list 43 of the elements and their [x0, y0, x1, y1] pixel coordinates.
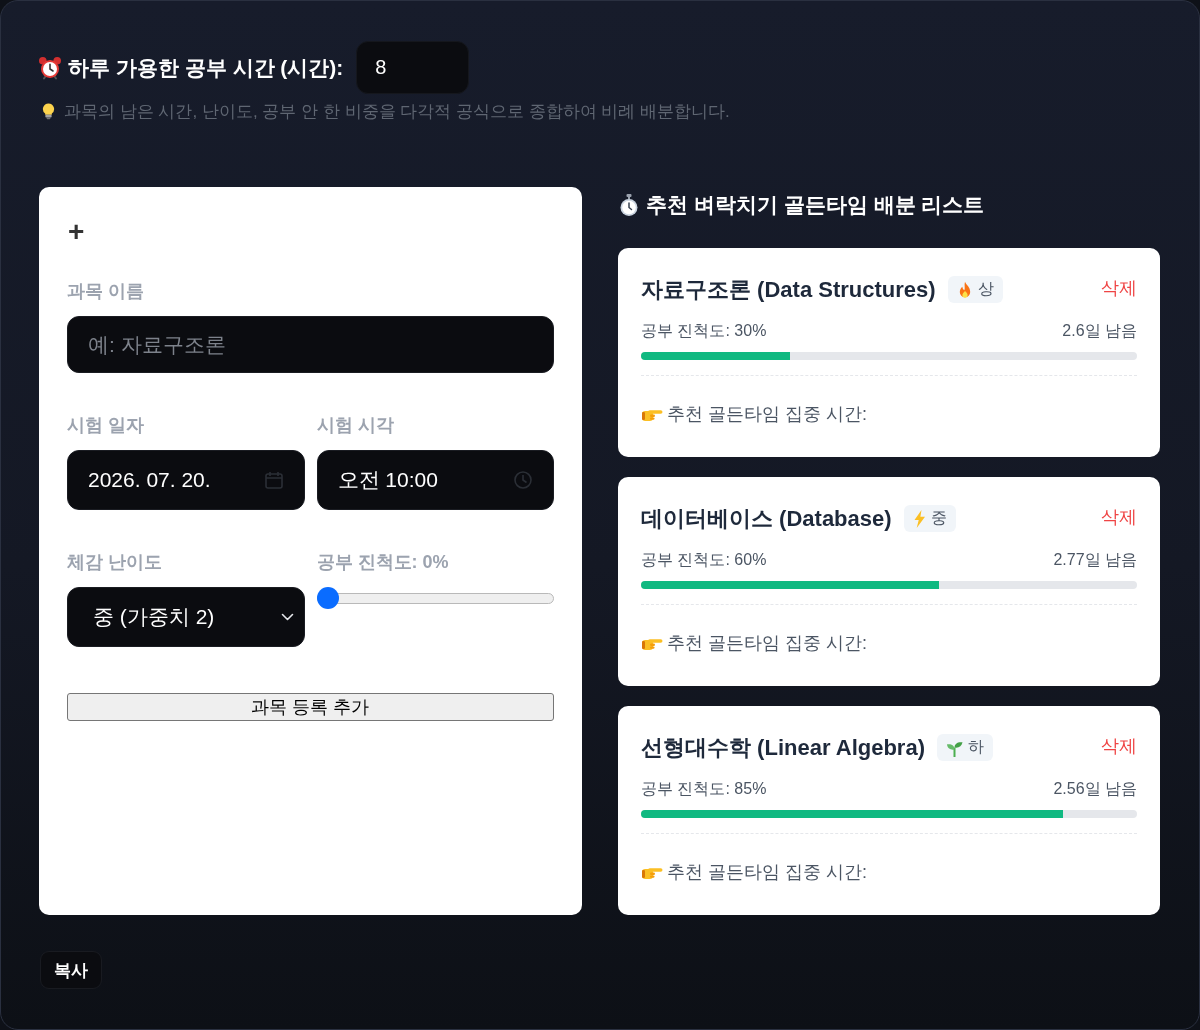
subject-title: 선형대수학 (Linear Algebra) — [641, 734, 925, 762]
light-bulb-icon — [42, 102, 55, 120]
lightning-icon — [912, 509, 926, 528]
delete-button[interactable]: 삭제 — [1101, 734, 1137, 758]
field-label: 시험 시각 — [316, 415, 394, 435]
days-remaining: 2.56일 남음 — [1053, 779, 1137, 799]
time-field[interactable]: 오전 10:00 — [316, 450, 554, 510]
clock-icon — [513, 470, 533, 490]
field-label: 과목 이름 — [67, 281, 144, 301]
stopwatch-icon — [618, 194, 640, 216]
list-heading: 추천 벼락치기 골든타임 배분 리스트 — [646, 192, 985, 218]
difficulty-label: 하 — [968, 737, 984, 757]
hours-label: 하루 가용한 공부 시간 (시간): — [68, 54, 344, 81]
subject-title: 데이터베이스 (Database) — [641, 505, 892, 533]
subject-name-field[interactable]: 예: 자료구조론 — [67, 316, 554, 373]
progress-text: 공부 진척도: 85% — [641, 779, 767, 799]
difficulty-select[interactable]: 중 (가중치 2) — [67, 587, 305, 647]
field-label: 체감 난이도 — [67, 552, 162, 572]
hint-text: 과목의 남은 시간, 난이도, 공부 안 한 비중을 다각적 공식으로 종합하여 비례 배분합니다. — [64, 100, 730, 123]
progress-text: 공부 진척도: 30% — [641, 321, 767, 341]
golden-time-label: 추천 골든타임 집중 시간: — [667, 403, 867, 426]
golden-time-label: 추천 골든타임 집중 시간: — [667, 632, 867, 655]
field-label: 시험 일자 — [67, 415, 144, 435]
alarm-clock-icon — [38, 55, 62, 80]
hours-input[interactable]: 8 — [356, 41, 470, 94]
golden-time-label: 추천 골든타임 집중 시간: — [667, 861, 867, 884]
delete-button[interactable]: 삭제 — [1101, 505, 1137, 529]
chevron-down-icon — [280, 613, 294, 621]
subject-title: 자료구조론 (Data Structures) — [641, 276, 936, 304]
days-remaining: 2.6일 남음 — [1062, 321, 1137, 341]
form-title: + — [68, 217, 85, 247]
progress-text: 공부 진척도: 60% — [641, 550, 767, 570]
calendar-icon — [263, 470, 284, 490]
date-field[interactable]: 2026. 07. 20. — [67, 450, 305, 510]
delete-button[interactable]: 삭제 — [1101, 276, 1137, 300]
progress-slider[interactable] — [316, 587, 554, 609]
difficulty-label: 상 — [977, 279, 994, 299]
add-subject-button[interactable]: 과목 등록 추가 — [67, 693, 554, 721]
field-label: 공부 진척도: 0% — [316, 552, 449, 572]
days-remaining: 2.77일 남음 — [1053, 550, 1137, 570]
slider-thumb[interactable] — [316, 587, 339, 609]
difficulty-label: 중 — [930, 508, 947, 528]
copy-button[interactable]: 복사 — [40, 951, 102, 989]
